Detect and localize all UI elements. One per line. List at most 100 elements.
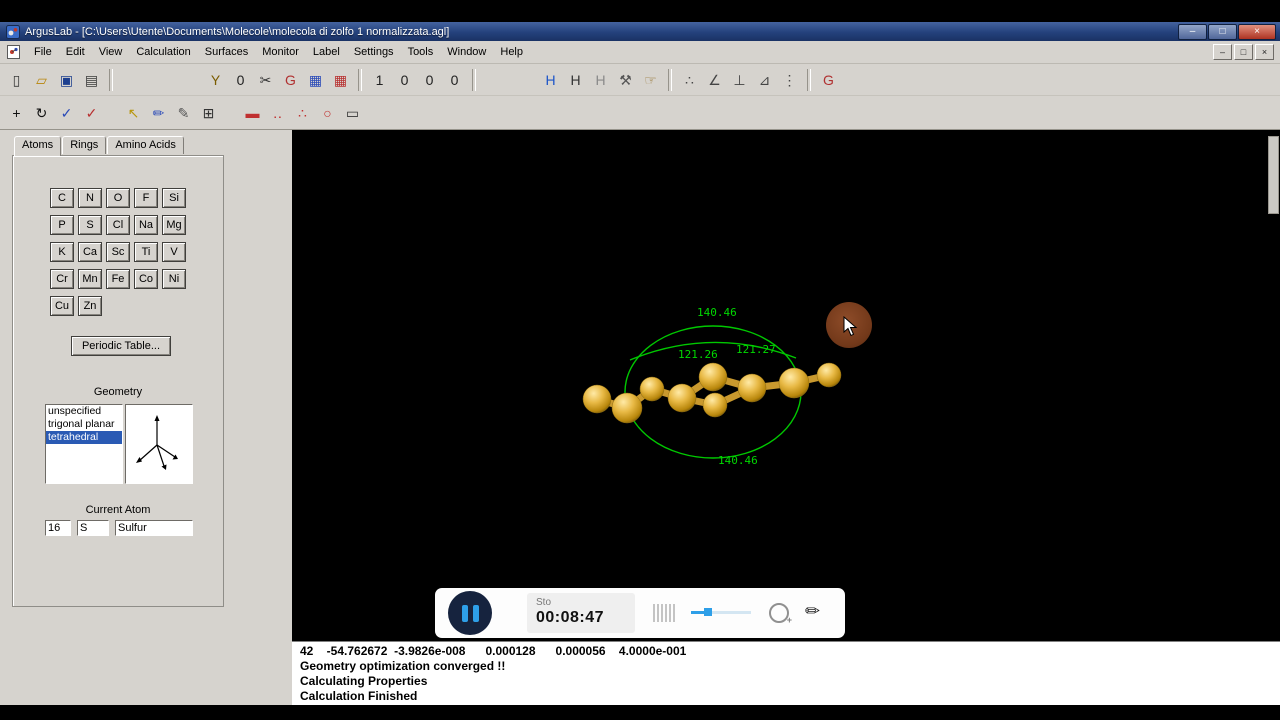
gaussian-input-button[interactable]: G [279, 68, 302, 91]
menu-item-settings[interactable]: Settings [347, 43, 401, 61]
measure-coordinates-button[interactable]: 0 [443, 68, 466, 91]
element-button-cr[interactable]: Cr [50, 269, 74, 289]
new-document-icon: ▯ [12, 71, 21, 88]
measure-angle-button[interactable]: 0 [393, 68, 416, 91]
toolbar-separator [472, 68, 476, 91]
select-arrow-button[interactable]: ↖ [122, 101, 145, 124]
builder-list-button[interactable]: ⊞ [197, 101, 220, 124]
element-button-ni[interactable]: Ni [162, 269, 186, 289]
webcam-icon[interactable]: + [769, 603, 792, 625]
maximize-button[interactable]: □ [1208, 23, 1237, 40]
export-gaussian-button[interactable]: G [817, 68, 840, 91]
slider-handle[interactable] [704, 608, 712, 616]
render-settings-button[interactable]: ▦ [304, 68, 327, 91]
arguslab-app-icon [6, 24, 20, 39]
element-button-ca[interactable]: Ca [78, 242, 102, 262]
edit-mode-button[interactable]: ✓ [80, 101, 103, 124]
element-button-si[interactable]: Si [162, 188, 186, 208]
pencil-tool-icon[interactable]: ✏ [805, 601, 820, 622]
optimize-tool-button[interactable]: ⚒ [614, 68, 637, 91]
print-button[interactable]: ▤ [80, 68, 103, 91]
element-button-fe[interactable]: Fe [106, 269, 130, 289]
clean-geometry-button[interactable]: Y [204, 68, 227, 91]
mdi-close-button[interactable]: × [1255, 44, 1274, 60]
element-button-p[interactable]: P [50, 215, 74, 235]
monitor-geometry-2-button[interactable]: ∠ [703, 68, 726, 91]
element-button-na[interactable]: Na [134, 215, 158, 235]
atom-name-field[interactable] [115, 520, 193, 536]
element-button-n[interactable]: N [78, 188, 102, 208]
menu-item-view[interactable]: View [92, 43, 130, 61]
remove-hydrogens-button[interactable]: H [589, 68, 612, 91]
element-button-cl[interactable]: Cl [106, 215, 130, 235]
molecule-document-icon [7, 45, 20, 59]
menu-item-file[interactable]: File [27, 43, 59, 61]
atom-symbol-field[interactable] [77, 520, 109, 536]
element-button-zn[interactable]: Zn [78, 296, 102, 316]
angle-monitor-button[interactable]: ∴ [291, 101, 314, 124]
bond-tool-button[interactable]: ▬ [241, 101, 264, 124]
monitor-geometry-5-button[interactable]: ⋮ [778, 68, 801, 91]
periodic-table-button[interactable]: Periodic Table... [71, 336, 171, 356]
element-button-co[interactable]: Co [134, 269, 158, 289]
volume-slider[interactable] [691, 608, 751, 616]
minimize-button[interactable]: – [1178, 23, 1207, 40]
atom-number-field[interactable] [45, 520, 71, 536]
open-file-button[interactable]: ▱ [30, 68, 53, 91]
geometry-option-trigonal-planar[interactable]: trigonal planar [46, 418, 122, 431]
menu-item-monitor[interactable]: Monitor [255, 43, 306, 61]
menu-item-help[interactable]: Help [493, 43, 530, 61]
element-button-v[interactable]: V [162, 242, 186, 262]
element-button-s[interactable]: S [78, 215, 102, 235]
pan-hand-button[interactable]: ☞ [639, 68, 662, 91]
translate-tool-button[interactable]: + [5, 101, 28, 124]
distance-monitor-button[interactable]: ‥ [266, 101, 289, 124]
log-line-0: 42 -54.762672 -3.9826e-008 0.000128 0.00… [300, 644, 687, 658]
toolbar-separator [109, 68, 113, 91]
close-button[interactable]: × [1238, 23, 1276, 40]
draw-bond-button[interactable]: ✎ [172, 101, 195, 124]
select-mode-button[interactable]: ✓ [55, 101, 78, 124]
selection-box-button[interactable]: ▭ [341, 101, 364, 124]
monitor-geometry-4-button[interactable]: ⊿ [753, 68, 776, 91]
menu-item-tools[interactable]: Tools [401, 43, 441, 61]
tab-amino-acids[interactable]: Amino Acids [107, 136, 184, 154]
mdi-restore-button[interactable]: □ [1234, 44, 1253, 60]
adjust-hydrogens-button[interactable]: H [564, 68, 587, 91]
pause-button[interactable] [448, 591, 492, 635]
geometry-option-unspecified[interactable]: unspecified [46, 405, 122, 418]
element-button-ti[interactable]: Ti [134, 242, 158, 262]
element-button-mg[interactable]: Mg [162, 215, 186, 235]
dihedral-monitor-button[interactable]: ○ [316, 101, 339, 124]
element-button-cu[interactable]: Cu [50, 296, 74, 316]
element-button-c[interactable]: C [50, 188, 74, 208]
new-document-button[interactable]: ▯ [5, 68, 28, 91]
assign-charges-button[interactable]: 0 [229, 68, 252, 91]
element-button-o[interactable]: O [106, 188, 130, 208]
add-hydrogens-button[interactable]: H [539, 68, 562, 91]
tab-atoms[interactable]: Atoms [14, 136, 62, 156]
color-settings-button[interactable]: ▦ [329, 68, 352, 91]
draw-atom-button[interactable]: ✏ [147, 101, 170, 124]
menu-item-surfaces[interactable]: Surfaces [198, 43, 255, 61]
measure-distance-button[interactable]: 1 [368, 68, 391, 91]
menu-item-calculation[interactable]: Calculation [129, 43, 197, 61]
tab-rings[interactable]: Rings [62, 136, 107, 154]
menu-item-label[interactable]: Label [306, 43, 347, 61]
geometry-option-tetrahedral[interactable]: tetrahedral [46, 431, 122, 444]
element-button-mn[interactable]: Mn [78, 269, 102, 289]
element-button-sc[interactable]: Sc [106, 242, 130, 262]
viewport[interactable]: Sto 00:08:47 + ✏ 140.46 121.26 121.27 14… [292, 130, 1280, 641]
monitor-geometry-3-button[interactable]: ⊥ [728, 68, 751, 91]
monitor-geometry-1-button[interactable]: ∴ [678, 68, 701, 91]
rotate-tool-button[interactable]: ↻ [30, 101, 53, 124]
element-button-f[interactable]: F [134, 188, 158, 208]
mdi-minimize-button[interactable]: – [1213, 44, 1232, 60]
viewport-scrollbar-thumb[interactable] [1268, 136, 1279, 214]
measure-dihedral-button[interactable]: 0 [418, 68, 441, 91]
menu-item-window[interactable]: Window [440, 43, 493, 61]
element-button-k[interactable]: K [50, 242, 74, 262]
save-file-button[interactable]: ▣ [55, 68, 78, 91]
menu-item-edit[interactable]: Edit [59, 43, 92, 61]
auto-fragment-button[interactable]: ✂ [254, 68, 277, 91]
